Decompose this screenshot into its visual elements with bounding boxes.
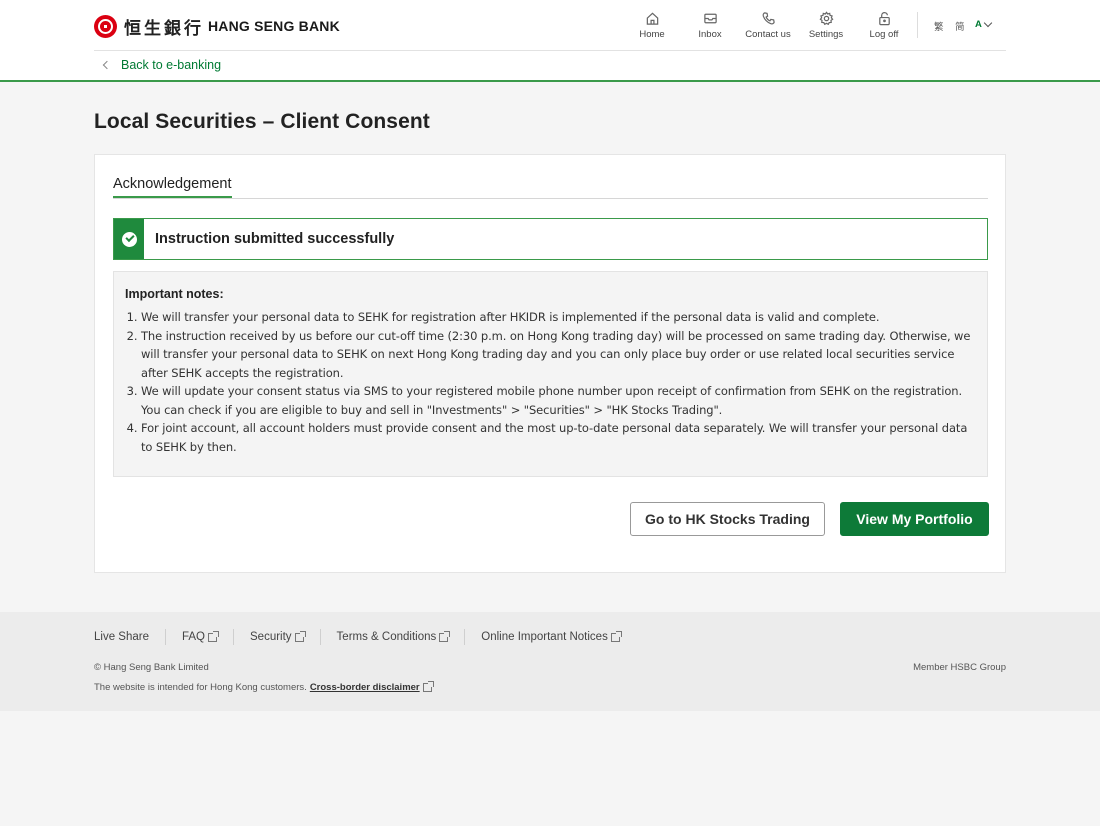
go-to-hk-stocks-trading-button[interactable]: Go to HK Stocks Trading — [630, 502, 825, 536]
nav-logoff-label: Log off — [869, 29, 899, 40]
external-link-icon — [422, 681, 434, 692]
logo-chinese-text: 恒生銀行 — [124, 18, 204, 39]
important-notes: Important notes: We will transfer your p… — [113, 271, 988, 477]
copyright: © Hang Seng Bank Limited — [94, 662, 209, 673]
back-link-label: Back to e-banking — [121, 58, 222, 72]
note-item: We will transfer your personal data to S… — [141, 308, 976, 327]
cross-border-disclaimer-link[interactable]: Cross-border disclaimer — [310, 682, 420, 693]
footer-divider — [233, 629, 234, 645]
inbox-icon — [703, 13, 717, 24]
chevron-left-icon — [102, 60, 112, 70]
home-icon — [646, 12, 658, 25]
header: 恒生銀行 HANG SENG BANK Home Inbox Contact u… — [0, 0, 1100, 82]
footer-link-security[interactable]: Security — [250, 630, 306, 643]
lang-simplified-chinese[interactable]: 简 — [955, 19, 965, 33]
font-size-toggle[interactable]: A — [975, 19, 982, 30]
footer-link-label: Online Important Notices — [481, 631, 608, 643]
tab-acknowledgement: Acknowledgement — [113, 176, 232, 198]
footer-link-label: Terms & Conditions — [336, 631, 437, 643]
notes-title: Important notes: — [125, 287, 224, 301]
note-item: For joint account, all account holders m… — [141, 419, 976, 456]
footer: Live Share FAQ Security Terms & Conditio… — [0, 612, 1100, 711]
intended-text: The website is intended for Hong Kong cu… — [94, 682, 307, 693]
footer-divider — [464, 629, 466, 645]
chevron-down-icon[interactable] — [983, 18, 993, 28]
hang-seng-logo-icon — [94, 14, 117, 38]
external-link-icon — [610, 630, 622, 642]
footer-divider — [164, 629, 166, 645]
success-check-icon — [114, 219, 144, 259]
nav-home[interactable]: Home — [623, 11, 681, 40]
logo-english-text: HANG SENG BANK — [208, 18, 340, 34]
intended-notice: The website is intended for Hong Kong cu… — [94, 681, 434, 693]
footer-link-label: Live Share — [94, 631, 149, 643]
gear-icon — [819, 11, 833, 26]
member-hsbc-group: Member HSBC Group — [913, 662, 1006, 673]
nav-log-off[interactable]: Log off — [855, 11, 913, 40]
header-divider — [917, 12, 918, 38]
acknowledgement-card: Acknowledgement Instruction submitted su… — [94, 154, 1006, 573]
footer-link-important-notices[interactable]: Online Important Notices — [481, 630, 622, 643]
external-link-icon — [208, 630, 219, 642]
lang-traditional-chinese[interactable]: 繁 — [934, 19, 944, 33]
nav-home-label: Home — [639, 29, 665, 40]
view-my-portfolio-button[interactable]: View My Portfolio — [840, 502, 989, 536]
footer-link-terms[interactable]: Terms & Conditions — [336, 630, 451, 643]
nav-settings-label: Settings — [808, 29, 844, 40]
bank-logo[interactable]: 恒生銀行 HANG SENG BANK — [94, 13, 340, 39]
note-item: We will update your consent status via S… — [141, 382, 976, 419]
footer-links: Live Share FAQ Security Terms & Conditio… — [94, 629, 622, 645]
footer-link-label: FAQ — [181, 631, 205, 643]
footer-divider — [319, 629, 321, 645]
nav-contact-label: Contact us — [745, 29, 791, 40]
external-link-icon — [439, 630, 451, 642]
lock-icon — [878, 12, 890, 26]
notes-list: We will transfer your personal data to S… — [125, 308, 976, 456]
nav-inbox[interactable]: Inbox — [681, 11, 739, 40]
back-to-ebanking-link[interactable]: Back to e-banking — [102, 58, 222, 72]
tab-underline-divider — [113, 198, 988, 199]
footer-link-label: Security — [250, 631, 292, 643]
nav-settings[interactable]: Settings — [797, 11, 855, 40]
success-banner: Instruction submitted successfully — [113, 218, 988, 260]
header-bar: 恒生銀行 HANG SENG BANK Home Inbox Contact u… — [94, 0, 1006, 51]
success-message: Instruction submitted successfully — [155, 231, 395, 247]
nav-inbox-label: Inbox — [698, 29, 722, 40]
external-link-icon — [294, 630, 306, 642]
footer-link-faq[interactable]: FAQ — [181, 630, 219, 643]
note-item: The instruction received by us before ou… — [141, 327, 976, 383]
phone-icon — [762, 12, 775, 25]
nav-contact-us[interactable]: Contact us — [739, 11, 797, 40]
page-title: Local Securities – Client Consent — [94, 110, 430, 133]
footer-link-live-share[interactable]: Live Share — [94, 631, 149, 643]
